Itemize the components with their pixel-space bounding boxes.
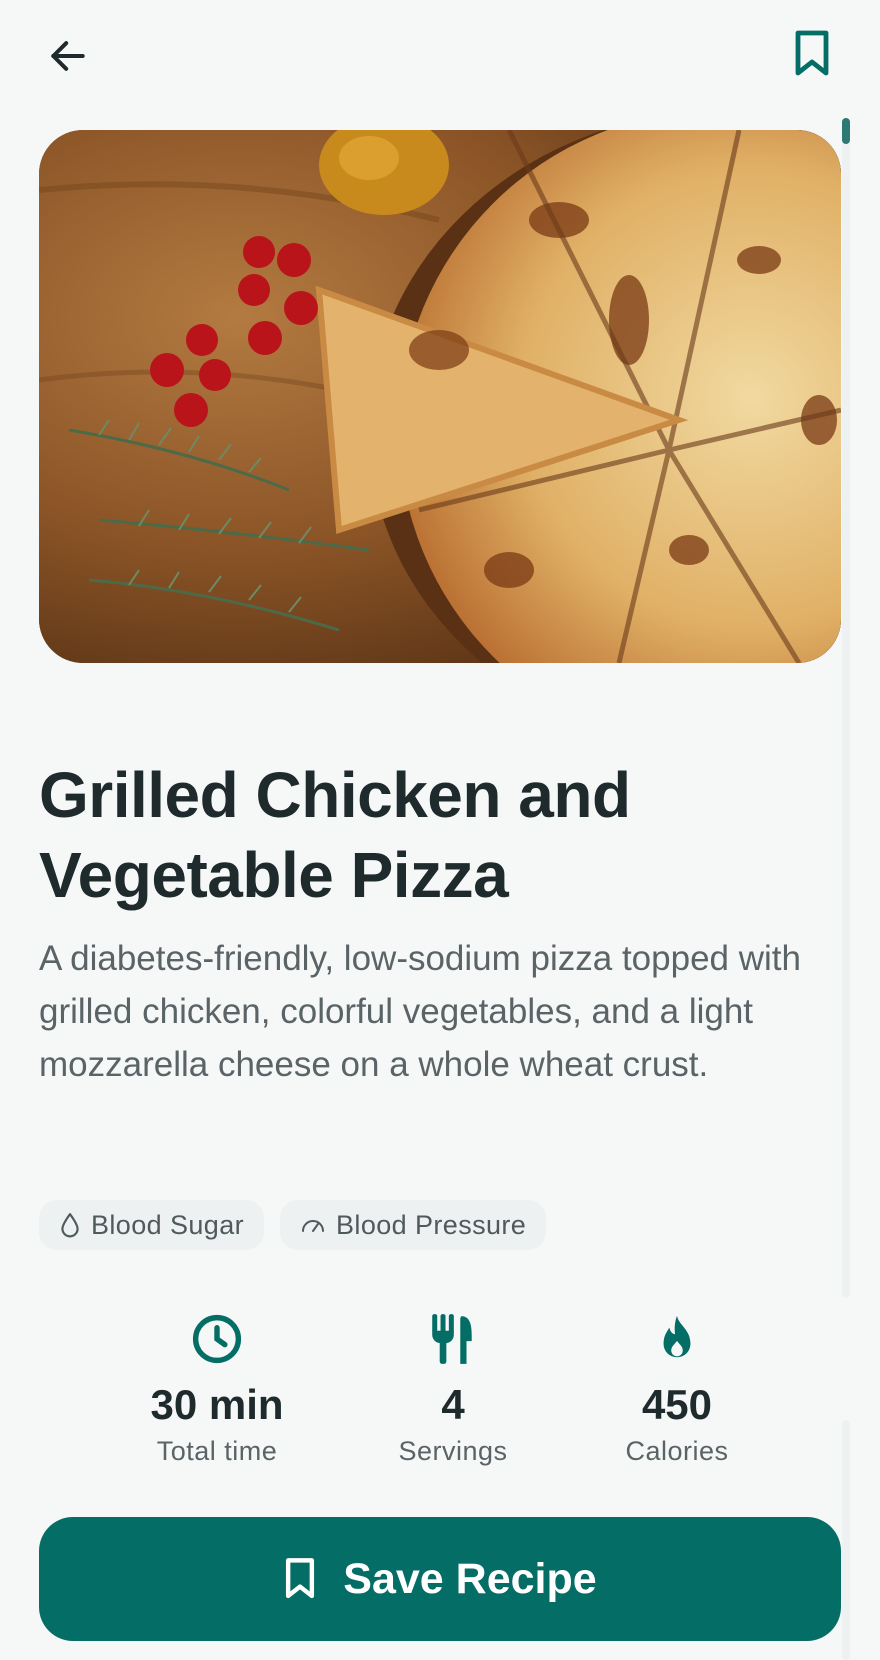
- utensils-icon: [432, 1314, 472, 1364]
- stat-label: Total time: [156, 1436, 278, 1466]
- recipe-hero-image: [39, 130, 841, 663]
- save-recipe-label: Save Recipe: [343, 1554, 597, 1603]
- bookmark-button[interactable]: [784, 26, 840, 82]
- recipe-stats: 30 min Total time 4 Servings 450 Calorie…: [100, 1310, 780, 1470]
- tag-label: Blood Sugar: [91, 1209, 245, 1240]
- stat-servings: 4 Servings: [343, 1310, 563, 1467]
- pizza-illustration: [39, 130, 841, 663]
- health-tags: Blood Sugar Blood Pressure: [39, 1200, 547, 1250]
- arrow-left-icon: [51, 41, 85, 71]
- flame-icon: [663, 1315, 691, 1358]
- recipe-description: A diabetes-friendly, low-sodium pizza to…: [39, 939, 801, 1084]
- stat-label: Servings: [398, 1436, 508, 1466]
- clock-icon: [192, 1314, 242, 1364]
- top-bar: [0, 0, 880, 110]
- stat-value: 4: [441, 1381, 465, 1428]
- bookmark-outline-icon: [795, 30, 829, 76]
- gauge-icon: [302, 1220, 325, 1232]
- stat-calories: 450 Calories: [567, 1310, 787, 1467]
- tag-label: Blood Pressure: [336, 1209, 527, 1240]
- tag-blood-sugar: Blood Sugar: [39, 1200, 265, 1250]
- scrollbar-thumb[interactable]: [842, 118, 850, 144]
- droplet-icon: [61, 1213, 79, 1238]
- tag-blood-pressure: Blood Pressure: [280, 1200, 547, 1250]
- stat-total-time: 30 min Total time: [107, 1310, 327, 1467]
- recipe-title: Grilled Chicken and Vegetable Pizza: [39, 759, 631, 911]
- scrollbar-track-lower: [842, 1420, 850, 1660]
- stat-value: 30 min: [150, 1381, 284, 1428]
- stat-value: 450: [641, 1381, 713, 1428]
- back-button[interactable]: [40, 28, 96, 84]
- bookmark-outline-icon: [286, 1558, 315, 1599]
- scrollbar-track[interactable]: [842, 118, 850, 1298]
- save-recipe-button[interactable]: Save Recipe: [39, 1517, 841, 1641]
- stat-label: Calories: [625, 1436, 729, 1466]
